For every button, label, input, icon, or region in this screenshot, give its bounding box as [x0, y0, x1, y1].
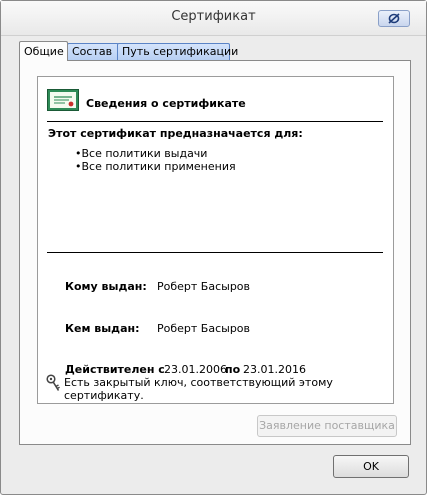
tab-details[interactable]: Состав: [67, 43, 119, 60]
certificate-info-title: Сведения о сертификате: [86, 97, 246, 110]
title-bar[interactable]: Сертификат: [1, 1, 426, 36]
ok-button[interactable]: OK: [333, 455, 409, 478]
issued-by-label: Кем выдан:: [65, 322, 140, 335]
window-title: Сертификат: [171, 9, 256, 24]
valid-from-value: 23.01.2006: [164, 363, 227, 376]
issued-to-label: Кому выдан:: [65, 280, 147, 293]
valid-to-value: 23.01.2016: [243, 363, 306, 376]
close-button[interactable]: [378, 10, 410, 27]
policy-item: •Все политики применения: [75, 160, 236, 173]
key-icon: [46, 374, 60, 391]
issued-by-value: Роберт Басыров: [157, 322, 251, 335]
issued-to-value: Роберт Басыров: [157, 280, 251, 293]
tab-certification-path[interactable]: Путь сертификации: [117, 43, 238, 60]
issuer-statement-button[interactable]: Заявление поставщика: [257, 415, 397, 437]
close-icon: [388, 13, 400, 24]
divider-top: [47, 121, 383, 122]
valid-from-label: Действителен с: [65, 363, 165, 376]
private-key-note: Есть закрытый ключ, соответствующий этом…: [64, 376, 333, 402]
tab-panel-general: Сведения о сертификате Этот сертификат п…: [19, 60, 411, 445]
valid-to-label: по: [225, 363, 241, 376]
certificate-info-box: Сведения о сертификате Этот сертификат п…: [37, 76, 394, 404]
certificate-dialog: Сертификат Общие Состав Путь сертификаци…: [0, 0, 427, 495]
certificate-icon: [47, 89, 79, 111]
purpose-heading: Этот сертификат предназначается для:: [48, 127, 303, 140]
divider-bottom: [47, 252, 383, 253]
policy-item: •Все политики выдачи: [75, 147, 208, 160]
tab-general[interactable]: Общие: [19, 41, 68, 61]
